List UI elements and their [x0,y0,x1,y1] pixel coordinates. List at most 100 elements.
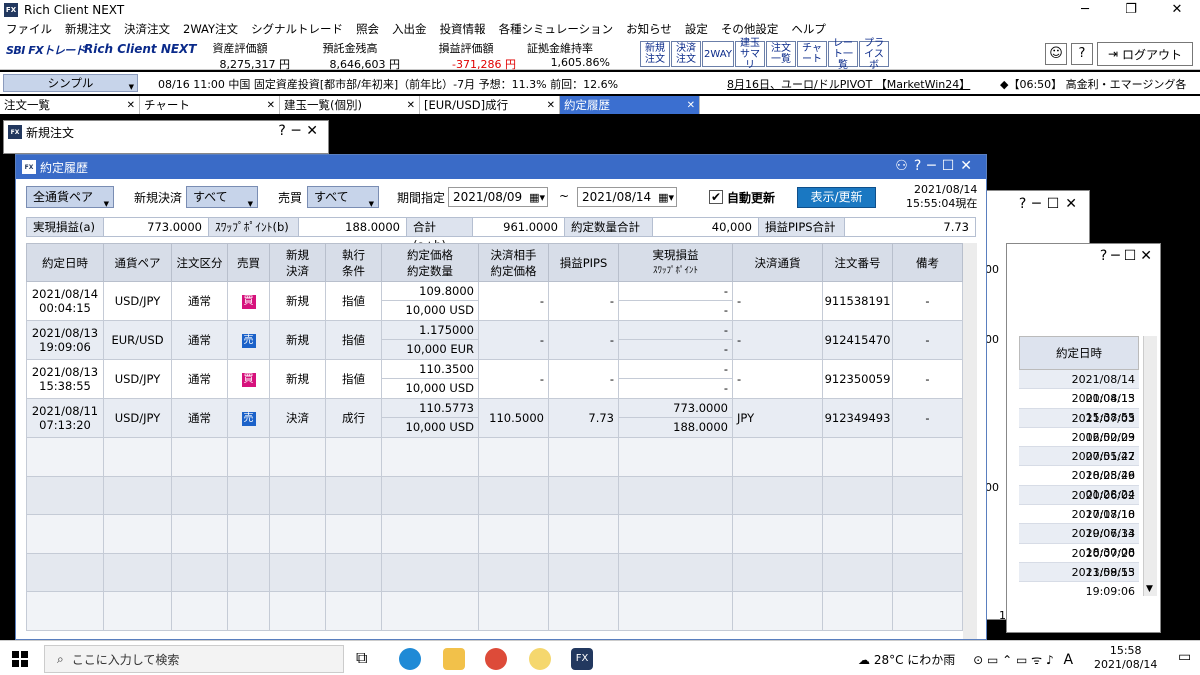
user-icon[interactable]: ☺ [1045,43,1067,65]
news-headline[interactable]: 8月16日、ユーロ/ドルPIVOT 【MarketWin24】 [727,76,970,92]
date-to-input[interactable]: 2021/08/14 ▦▾ [577,187,677,207]
window-controls[interactable]: ?─✕ [278,123,324,139]
list-item[interactable]: 2016/02/03 07:51:42 [1019,427,1139,463]
edge-browser-icon[interactable] [399,648,421,670]
close-icon[interactable]: ✕ [267,100,275,111]
minimize-icon[interactable]: ─ [1062,0,1108,20]
menu-signal-trade[interactable]: シグナルトレード [251,21,343,37]
rate-list-button[interactable]: レート一覧 [828,38,858,71]
col-header-note[interactable]: 備考 [892,243,963,282]
windows-start-icon[interactable] [12,651,28,667]
menu-file[interactable]: ファイル [6,21,52,37]
col-header-price[interactable]: 約定価格 約定数量 [381,243,479,282]
list-item[interactable]: 2020/07/10 19:06:33 [1019,505,1139,540]
close-icon[interactable]: ✕ [407,100,415,111]
tab-order-list[interactable]: 注文一覧 ✕ [0,96,140,114]
menu-investment-info[interactable]: 投資情報 [440,21,486,37]
calendar-icon[interactable]: ▦▾ [529,189,545,207]
scrollbar[interactable] [963,243,977,639]
window-controls[interactable]: ?─☐✕ [1019,196,1083,212]
menu-inquiry[interactable]: 照会 [356,21,379,37]
col-header-side[interactable]: 売買 [227,243,270,282]
price-board-button[interactable]: プライスボ [859,38,889,71]
col-header-condition[interactable]: 執行 条件 [325,243,382,282]
news-headline[interactable]: ◆【06:50】 高金利・エマージング各 [1000,76,1186,92]
col-header-pips[interactable]: 損益PIPS [548,243,619,282]
refresh-button[interactable]: 表示/更新 [797,187,876,208]
tab-execution-history[interactable]: 約定履歴 ✕ [560,96,700,114]
chevron-down-icon[interactable]: ▼ [1146,584,1153,594]
scrollbar[interactable]: ▼ [1143,336,1157,596]
col-header-pair[interactable]: 通貨ペア [103,243,172,282]
window-controls[interactable]: ⚇?─☐✕ [895,158,978,174]
col-header-currency[interactable]: 決済通貨 [732,243,823,282]
list-item[interactable]: 2020/07/14 18:30:08 [1019,524,1139,559]
date-from-input[interactable]: 2021/08/09 ▦▾ [448,187,548,207]
col-header-realized-pl[interactable]: 実現損益 ｽﾜｯﾌﾟﾎﾟｲﾝﾄ [618,243,733,282]
settle-order-button[interactable]: 決済注文 [671,41,701,67]
col-header-order-no[interactable]: 注文番号 [822,243,893,282]
app-icon[interactable] [529,648,551,670]
fx-app-icon[interactable]: FX [571,648,593,670]
notification-icon[interactable]: ▭ [1178,649,1191,665]
menu-deposit[interactable]: 入出金 [392,21,427,37]
table-row[interactable]: 2021/08/13 19:09:06 EUR/USD 通常売新規 指値 1.175000… [26,320,963,360]
settle-type-select[interactable]: すべて ▼ [186,186,258,208]
logout-button[interactable]: ⇥ ログアウト [1097,42,1193,66]
window-controls[interactable]: ?─☐✕ [1100,248,1156,264]
taskbar-search-input[interactable]: ⌕ ここに入力して検索 [44,645,344,673]
order-list-button[interactable]: 注文一覧 [766,41,796,67]
col-header-new-settle[interactable]: 新規 決済 [269,243,326,282]
file-explorer-icon[interactable] [443,648,465,670]
menu-simulation[interactable]: 各種シミュレーション [499,21,614,37]
table-row[interactable]: 2021/08/13 15:38:55 USD/JPY 通常買新規 指値 110.3500… [26,359,963,399]
col-header-date[interactable]: 約定日時 [26,243,104,282]
column-header[interactable]: 約定日時 [1019,336,1139,370]
list-item[interactable]: 2020/05/29 01:28:24 [1019,466,1139,501]
tab-chart[interactable]: チャート ✕ [140,96,280,114]
list-item[interactable]: 2021/08/13 15:38:55 [1019,389,1139,424]
weather-text[interactable]: 28°C にわか雨 [874,653,955,667]
menu-notice[interactable]: お知らせ [626,21,672,37]
tab-position-list[interactable]: 建玉一覧(個別) ✕ [280,96,420,114]
close-icon[interactable]: ✕ [547,100,555,111]
task-view-icon[interactable]: ⧉ [356,648,378,670]
auto-refresh-checkbox[interactable]: ✔ [709,190,723,204]
list-item[interactable]: 2021/08/13 19:09:06 [1019,562,1139,598]
close-icon[interactable]: ✕ [127,100,135,111]
new-order-button[interactable]: 新規注文 [640,41,670,67]
table-row[interactable]: 2021/08/14 00:04:15 USD/JPY 通常買新規 指値 109.8000… [26,281,963,321]
calendar-icon[interactable]: ▦▾ [658,189,674,207]
list-item[interactable]: 2020/05/27 18:28:46 [1019,447,1139,482]
position-summary-button[interactable]: 建玉サマリ [735,38,765,71]
menu-2way-order[interactable]: 2WAY注文 [183,21,238,37]
display-mode-select[interactable]: シンプル ▼ [3,74,138,92]
menu-other-settings[interactable]: その他設定 [721,21,779,37]
col-header-counter-price[interactable]: 決済相手 約定価格 [478,243,549,282]
currency-pair-select[interactable]: 全通貨ペア ▼ [26,186,114,208]
tab-eurusd-market[interactable]: [EUR/USD]成行 ✕ [420,96,560,114]
close-icon[interactable]: ✕ [687,100,695,111]
restore-icon[interactable]: ❐ [1108,0,1154,20]
menu-settings[interactable]: 設定 [685,21,708,37]
side-select[interactable]: すべて ▼ [307,186,379,208]
chrome-browser-icon[interactable] [485,648,507,670]
list-item[interactable]: 2021/07/03 02:50:29 [1019,408,1139,444]
list-item[interactable]: 2020/06/02 17:18:18 [1019,485,1139,521]
table-row[interactable]: 2021/08/11 07:13:20 USD/JPY 通常売決済 成行 110.5773… [26,398,963,438]
list-item[interactable]: 2021/08/14 00:04:15 [1019,370,1139,405]
tray-icons[interactable]: ⊙ ▭ ⌃ ▭ ᯤ ♪ [973,653,1053,667]
list-item[interactable]: 2020/07/20 13:59:55 [1019,543,1139,579]
news-headline[interactable]: 08/16 11:00 中国 固定資産投資[都市部/年初来]（前年比）-7月 予… [158,76,618,92]
close-icon[interactable]: ✕ [1154,0,1200,20]
chart-button[interactable]: チャート [797,41,827,67]
menu-new-order[interactable]: 新規注文 [65,21,111,37]
ime-indicator[interactable]: A [1063,652,1073,668]
2way-button[interactable]: 2WAY [702,41,734,67]
menu-settle-order[interactable]: 決済注文 [124,21,170,37]
col-header-type[interactable]: 注文区分 [171,243,228,282]
menu-help[interactable]: ヘルプ [791,21,826,37]
weather-icon[interactable]: ☁ [858,653,870,667]
system-clock[interactable]: 15:58 2021/08/14 [1094,644,1157,672]
help-icon[interactable]: ? [1071,43,1093,65]
